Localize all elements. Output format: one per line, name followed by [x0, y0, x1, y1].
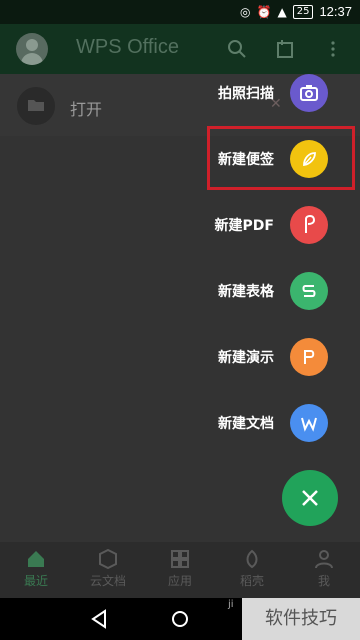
nav-apps-label: 应用 — [167, 574, 192, 588]
status-bar: ◎ ⏰ ▲ 25 12:37 — [0, 0, 360, 24]
avatar[interactable] — [16, 33, 48, 65]
camera-icon[interactable] — [290, 74, 328, 112]
presentation-icon[interactable] — [290, 338, 328, 376]
home-nav-icon[interactable] — [170, 609, 190, 629]
menu-label-presentation: 新建演示 — [218, 350, 274, 366]
home-icon — [28, 551, 44, 567]
nav-cloud-docs-label: 云文档 — [89, 574, 126, 588]
open-label: 打开 — [70, 100, 103, 119]
menu-label-pdf: 新建PDF — [214, 218, 274, 234]
signal-icon: ▲ — [277, 4, 287, 19]
document-icon[interactable] — [290, 404, 328, 442]
battery-icon: 25 — [292, 4, 314, 19]
files-icon[interactable] — [274, 38, 296, 60]
nav-recent-label: 最近 — [23, 574, 48, 588]
watermark: ji 软件技巧 — [228, 598, 360, 640]
close-fab-button[interactable] — [282, 470, 338, 526]
profile-icon — [315, 550, 333, 569]
menu-new-document[interactable]: 新建文档 — [218, 403, 328, 443]
status-time: 12:37 — [319, 4, 352, 19]
watermark-small: ji — [228, 599, 234, 610]
leaf-icon — [246, 549, 258, 569]
highlight-box — [207, 126, 355, 190]
bottom-nav: 最近 云文档 应用 稻壳 我 — [0, 542, 360, 598]
nav-docer-label: 稻壳 — [239, 574, 264, 588]
app-title: WPS Office — [76, 36, 179, 58]
menu-label-spreadsheet: 新建表格 — [218, 284, 274, 300]
more-icon[interactable] — [322, 38, 344, 60]
menu-label-document: 新建文档 — [218, 416, 274, 432]
nav-recent[interactable]: 最近 — [0, 548, 72, 589]
apps-icon — [171, 550, 189, 568]
folder-icon — [17, 87, 55, 125]
menu-new-presentation[interactable]: 新建演示 — [218, 337, 328, 377]
search-icon[interactable] — [226, 38, 248, 60]
nav-apps[interactable]: 应用 — [144, 548, 216, 589]
cloud-doc-icon — [99, 548, 117, 570]
pdf-icon[interactable] — [290, 206, 328, 244]
app-bar: WPS Office — [0, 24, 360, 74]
watermark-text: 软件技巧 — [265, 608, 337, 629]
menu-new-pdf[interactable]: 新建PDF — [215, 205, 328, 245]
menu-new-spreadsheet[interactable]: 新建表格 — [218, 271, 328, 311]
menu-label-scan: 拍照扫描 — [218, 86, 274, 102]
spreadsheet-icon[interactable] — [290, 272, 328, 310]
nfc-icon: ◎ — [240, 4, 251, 19]
alarm-icon: ⏰ — [256, 4, 272, 19]
status-icons: ◎ ⏰ ▲ 25 12:37 — [240, 4, 352, 19]
nav-me-label: 我 — [317, 574, 330, 588]
nav-cloud-docs[interactable]: 云文档 — [72, 548, 144, 589]
close-icon — [302, 490, 318, 506]
nav-docer[interactable]: 稻壳 — [216, 548, 288, 589]
back-icon[interactable] — [90, 609, 108, 629]
menu-scan-photo[interactable]: 拍照扫描 — [218, 73, 328, 113]
nav-me[interactable]: 我 — [288, 548, 360, 589]
